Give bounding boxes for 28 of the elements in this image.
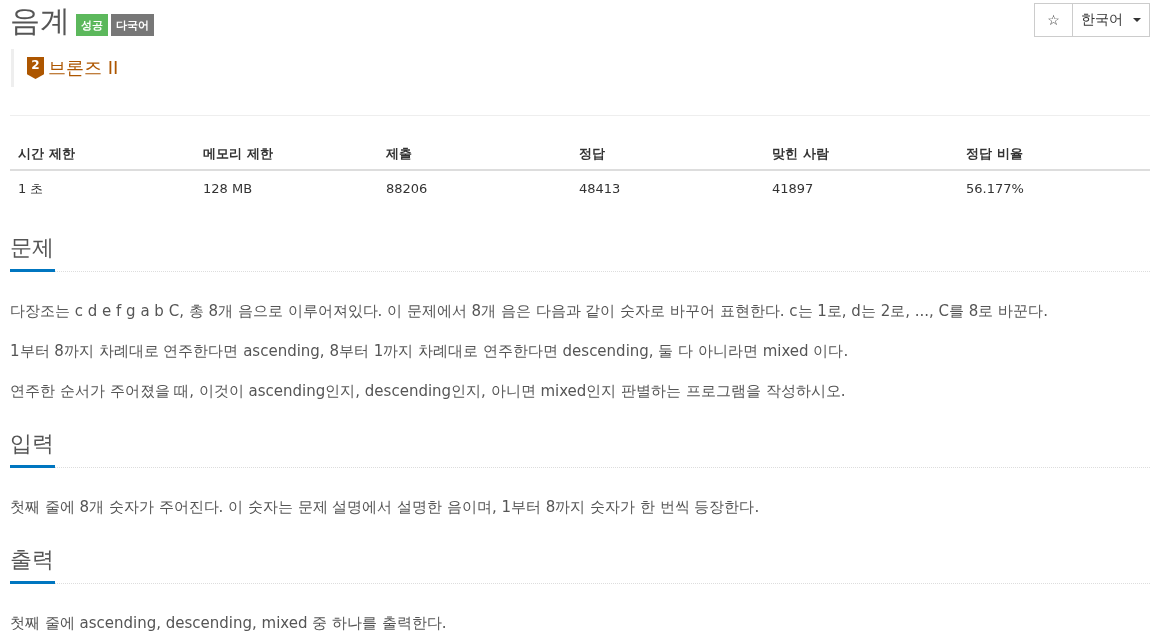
section-heading: 문제 [10,233,55,272]
language-dropdown[interactable]: 한국어 [1072,3,1150,37]
table-cell-text: 48413 [578,180,622,198]
column-header: 정답 비율 [965,145,1024,163]
tier-badge: 2 [27,57,44,79]
column-header: 메모리 제한 [202,145,274,163]
paragraph: 첫째 줄에 ascending, descending, mixed 중 하나를 출력한다. [10,613,448,634]
section-heading: 출력 [10,545,55,584]
paragraph: 다장조는 c d e f g a b C, 총 8개 음으로 이루어져있다. 이 문제에서 8개 음은 다음과 같이 숫자로 바꾸어 표현한다. c는 1로, d는 2로, ..., C를 8로 바꾼다. [10,301,1049,322]
table-cell-text: 128 MB [202,180,254,198]
status-label: 다국어 [111,14,154,36]
problem-title: 음계 [10,2,70,40]
section-heading: 입력 [10,429,55,468]
column-header: 정답 [578,145,606,163]
column-header: 제출 [385,145,413,163]
table-cell-text: 88206 [385,180,429,198]
paragraph: 1부터 8까지 차례대로 연주한다면 ascending, 8부터 1까지 차례대로 연주한다면 descending, 둘 다 아니라면 mixed 이다. [10,341,850,362]
caret-icon [1133,18,1141,22]
status-label: 성공 [76,14,108,36]
tier-link[interactable]: 브론즈 II [48,56,119,80]
column-header: 맞힌 사람 [771,145,830,163]
table-cell-text: 56.177% [965,180,1025,198]
table-cell-text: 1 초 [17,180,45,198]
table-cell-text: 41897 [771,180,815,198]
paragraph: 연주한 순서가 주어졌을 때, 이것이 ascending인지, descending인지, 아니면 mixed인지 판별하는 프로그램을 작성하시오. [10,381,847,402]
paragraph: 첫째 줄에 8개 숫자가 주어진다. 이 숫자는 문제 설명에서 설명한 음이며, 1부터 8까지 숫자가 한 번씩 등장한다. [10,497,761,518]
column-header: 시간 제한 [17,145,76,163]
favorite-button[interactable]: ☆ [1034,3,1073,37]
